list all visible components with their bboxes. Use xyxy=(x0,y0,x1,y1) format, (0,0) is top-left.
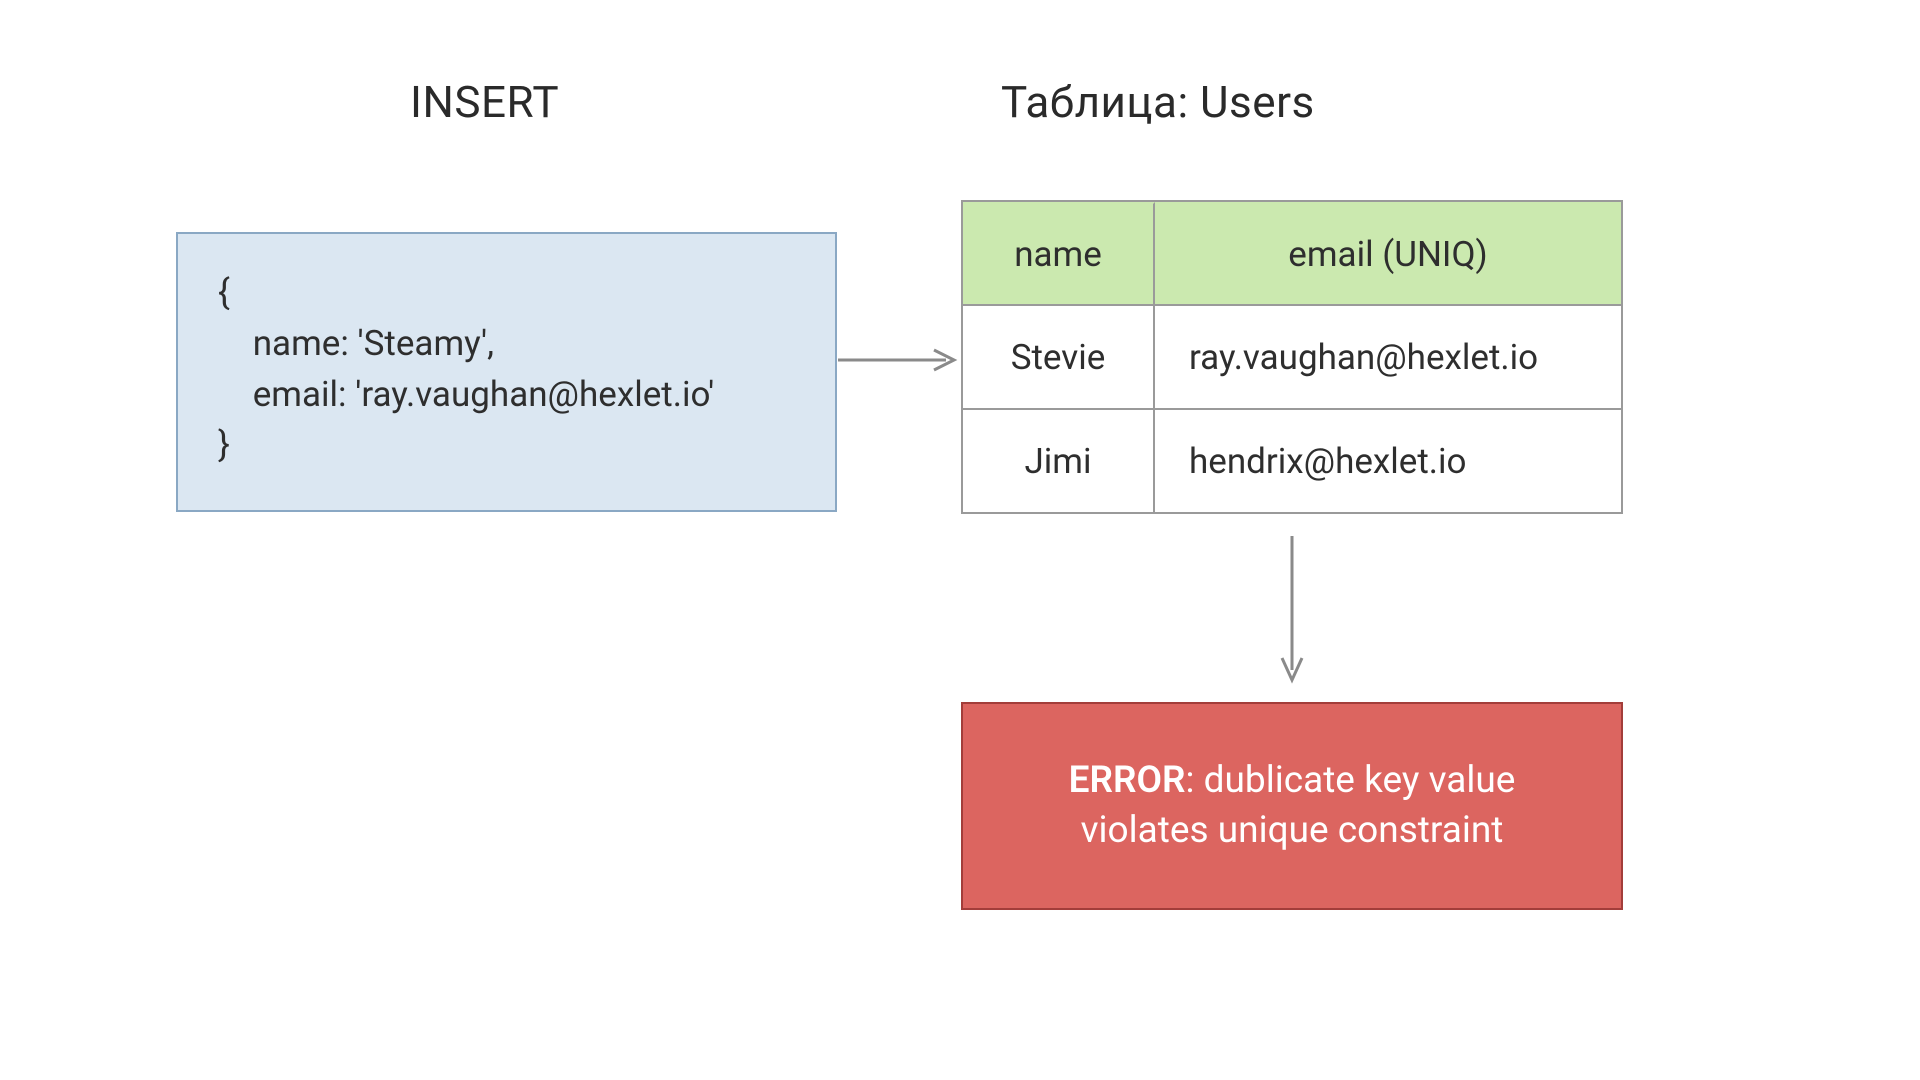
insert-payload-box: { name: 'Steamy', email: 'ray.vaughan@he… xyxy=(176,232,837,512)
insert-heading: INSERT xyxy=(410,76,559,128)
col-header-email: email (UNIQ) xyxy=(1155,202,1621,304)
error-label: ERROR xyxy=(1069,759,1186,802)
error-box: ERROR: dublicate key valueviolates uniqu… xyxy=(961,702,1623,910)
arrow-table-to-error xyxy=(1272,536,1312,686)
col-header-name: name xyxy=(963,202,1155,304)
table-heading: Таблица: Users xyxy=(1001,76,1315,128)
cell-email: ray.vaughan@hexlet.io xyxy=(1155,306,1621,408)
cell-name: Jimi xyxy=(963,410,1155,512)
cell-name: Stevie xyxy=(963,306,1155,408)
table-row: Stevie ray.vaughan@hexlet.io xyxy=(963,306,1621,410)
error-colon: : xyxy=(1186,759,1204,802)
users-table: name email (UNIQ) Stevie ray.vaughan@hex… xyxy=(961,200,1623,514)
cell-email: hendrix@hexlet.io xyxy=(1155,410,1621,512)
error-text: ERROR: dublicate key valueviolates uniqu… xyxy=(1069,756,1516,856)
arrow-insert-to-table xyxy=(838,340,960,380)
table-header-row: name email (UNIQ) xyxy=(963,202,1621,306)
table-row: Jimi hendrix@hexlet.io xyxy=(963,410,1621,514)
